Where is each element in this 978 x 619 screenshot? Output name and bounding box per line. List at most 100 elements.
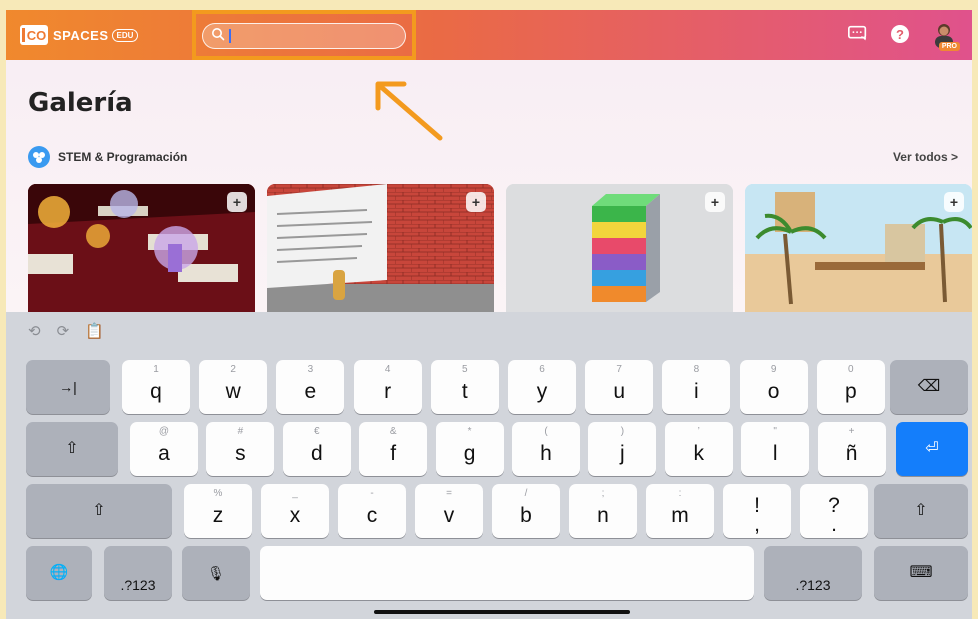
key-w[interactable]: 2w xyxy=(199,360,268,414)
key-p[interactable]: 0p xyxy=(816,360,885,414)
paste-icon[interactable]: 📋 xyxy=(85,322,104,340)
cospaces-logo[interactable]: CO SPACES EDU xyxy=(20,24,139,46)
key-exclaim-comma[interactable]: ! , xyxy=(723,484,791,538)
key-a[interactable]: @ a xyxy=(130,422,198,476)
shift-key-left[interactable]: ⇧ xyxy=(26,484,172,538)
shift-key-right[interactable]: ⇧ xyxy=(874,484,968,538)
key-label: x xyxy=(289,503,301,527)
key-label: b xyxy=(520,503,532,527)
key-t[interactable]: 5t xyxy=(430,360,499,414)
key-n[interactable]: ; n xyxy=(569,484,637,538)
key-u[interactable]: 7u xyxy=(585,360,654,414)
redo-icon[interactable]: ⟳ xyxy=(57,322,70,340)
key-ñ[interactable]: + ñ xyxy=(817,422,886,476)
numbers-key-left[interactable]: .?123 xyxy=(104,546,172,600)
header-actions: ? PRO xyxy=(846,20,960,51)
key-secondary-label: 0 xyxy=(848,364,854,375)
key-b[interactable]: / b xyxy=(492,484,560,538)
key-question-period[interactable]: ? . xyxy=(800,484,868,538)
key-label: →| xyxy=(59,378,77,395)
key-i[interactable]: 8i xyxy=(662,360,731,414)
home-indicator xyxy=(374,610,630,614)
key-label: 🎙 xyxy=(207,564,225,581)
hide-keyboard-key[interactable]: ⌨ xyxy=(874,546,968,600)
key-label: c xyxy=(366,503,378,527)
globe-key[interactable]: 🌐 xyxy=(26,546,92,600)
key-g[interactable]: * g xyxy=(435,422,504,476)
key-secondary-label: / xyxy=(524,488,528,499)
key-label: g xyxy=(463,441,476,465)
tab-key[interactable]: →| xyxy=(26,360,110,414)
key-secondary-label: @ xyxy=(158,426,170,437)
key-label: .?123 xyxy=(795,577,831,594)
help-icon: ? xyxy=(891,25,909,43)
delete-key[interactable]: ⌫ xyxy=(890,360,968,414)
key-label: z xyxy=(212,503,224,527)
gallery-card[interactable]: + xyxy=(28,184,255,312)
key-secondary-label: € xyxy=(314,426,320,437)
numbers-key-right[interactable]: .?123 xyxy=(764,546,862,600)
key-z[interactable]: % z xyxy=(184,484,252,538)
top-bar: CO SPACES EDU ? PRO xyxy=(6,10,972,60)
dictation-key[interactable]: 🎙 xyxy=(182,546,250,600)
space-key[interactable] xyxy=(260,546,754,600)
undo-icon[interactable]: ⟲ xyxy=(28,322,41,340)
add-to-class-icon[interactable]: + xyxy=(944,192,964,212)
user-avatar[interactable]: PRO xyxy=(930,20,960,51)
key-s[interactable]: # s xyxy=(206,422,275,476)
key-j[interactable]: ) j xyxy=(588,422,657,476)
see-all-link[interactable]: Ver todos > xyxy=(893,150,958,164)
key-label: o xyxy=(767,379,780,403)
shift-lock-key[interactable]: ⇧ xyxy=(26,422,118,476)
key-secondary-label: " xyxy=(773,426,777,437)
gallery-card[interactable]: + xyxy=(745,184,972,312)
present-screen-icon[interactable] xyxy=(846,22,870,46)
key-h[interactable]: (h xyxy=(512,422,580,476)
key-label: n xyxy=(597,503,609,527)
key-secondary-label: 7 xyxy=(616,364,622,375)
search-highlight-box xyxy=(192,10,416,60)
key-m[interactable]: :m xyxy=(646,484,714,538)
add-to-class-icon[interactable]: + xyxy=(705,192,725,212)
gallery-card[interactable]: + xyxy=(506,184,733,312)
key-y[interactable]: 6y xyxy=(508,360,576,414)
gallery-cards: + + + + xyxy=(28,184,972,312)
add-to-class-icon[interactable]: + xyxy=(227,192,247,212)
key-secondary-label: 5 xyxy=(462,364,468,375)
stem-category-icon xyxy=(28,146,50,168)
key-f[interactable]: & f xyxy=(359,422,428,476)
key-label: d xyxy=(310,441,323,465)
gallery-card[interactable]: + xyxy=(267,184,494,312)
help-button[interactable]: ? xyxy=(888,22,912,46)
logo-text: SPACES xyxy=(53,27,109,43)
key-label: j xyxy=(620,441,625,465)
key-label: t xyxy=(461,379,468,403)
key-q[interactable]: 1q xyxy=(122,360,190,414)
key-r[interactable]: 4r xyxy=(353,360,422,414)
key-label: u xyxy=(613,379,626,403)
key-label: ? . xyxy=(828,494,840,536)
scene-thumbnail-brick-room xyxy=(267,184,494,312)
key-secondary-label: & xyxy=(389,426,397,437)
key-x[interactable]: _ x xyxy=(261,484,329,538)
key-l[interactable]: " l xyxy=(741,422,810,476)
key-k[interactable]: ’ k xyxy=(664,422,733,476)
key-secondary-label: 6 xyxy=(539,364,545,375)
key-o[interactable]: 9o xyxy=(739,360,808,414)
add-to-class-icon[interactable]: + xyxy=(466,192,486,212)
key-label: 🌐 xyxy=(49,564,69,582)
key-label: ⇧ xyxy=(914,501,928,519)
key-secondary-label: ) xyxy=(620,426,625,437)
key-d[interactable]: € d xyxy=(282,422,351,476)
logo-mark: CO xyxy=(20,25,48,45)
key-e[interactable]: 3e xyxy=(276,360,345,414)
key-v[interactable]: = v xyxy=(415,484,483,538)
app-frame: CO SPACES EDU ? PRO Galería STEM & Progr… xyxy=(6,10,972,619)
key-c[interactable]: -c xyxy=(338,484,406,538)
page-title: Galería xyxy=(28,88,133,118)
key-secondary-label: _ xyxy=(292,488,298,499)
key-label: y xyxy=(536,379,548,403)
return-key[interactable]: ⏎ xyxy=(896,422,968,476)
key-label: k xyxy=(693,441,705,465)
key-label: q xyxy=(150,379,162,403)
